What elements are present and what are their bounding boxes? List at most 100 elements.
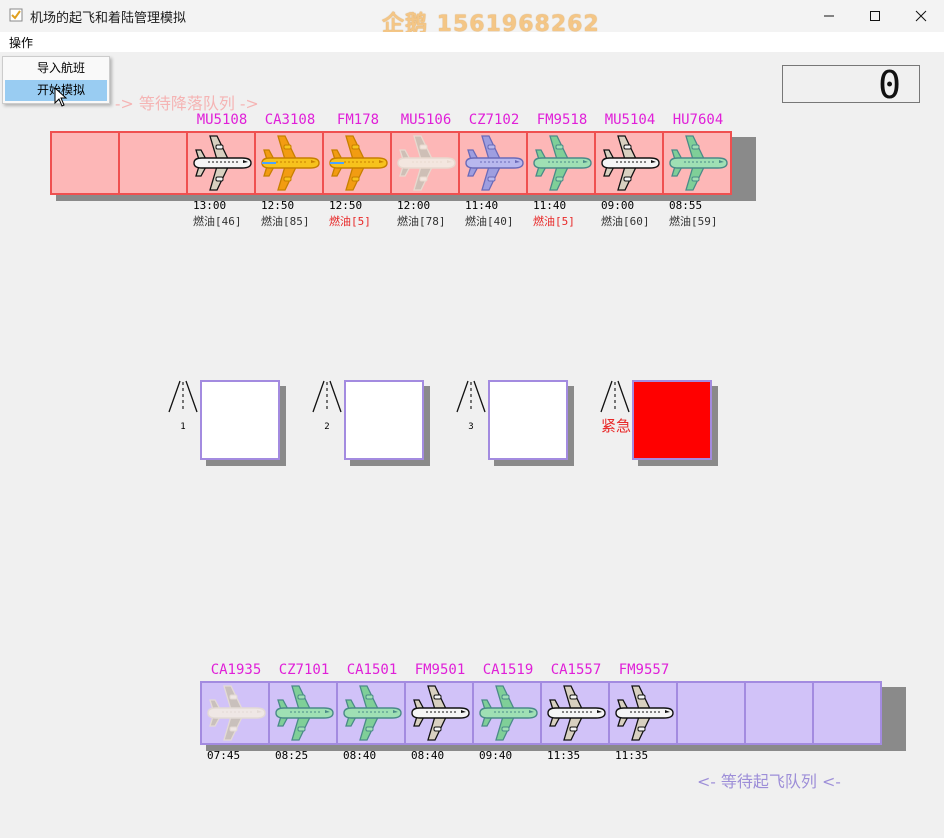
takeoff-queue-slot <box>812 681 882 745</box>
airliner-green-icon <box>343 685 402 741</box>
landing-queue-scheduled-time: 11:40 <box>533 199 567 212</box>
takeoff-queue-flight-number: FM9557 <box>618 662 670 678</box>
landing-queue-flight-number: CZ7102 <box>468 112 520 128</box>
takeoff-queue-scheduled-time: 08:40 <box>343 749 377 762</box>
takeoff-queue-slot <box>200 681 270 745</box>
takeoff-queue-label: <- 等待起飞队列 <- <box>697 772 841 791</box>
landing-queue-scheduled-time: 12:50 <box>329 199 363 212</box>
airliner-green-icon <box>669 135 728 191</box>
runway-number: 紧急 <box>600 417 631 435</box>
landing-queue-flight-number: MU5108 <box>196 112 248 128</box>
landing-queue-slot <box>662 131 732 195</box>
landing-queue-label: -> 等待降落队列 -> <box>115 94 259 113</box>
title-bar: 机场的起飞和着陆管理模拟 企鹅 1561968262 <box>0 0 944 37</box>
runway-icon <box>600 380 630 413</box>
takeoff-queue-flight-number: CA1935 <box>210 662 262 678</box>
close-icon <box>915 10 927 22</box>
airliner-white-icon <box>615 685 674 741</box>
landing-queue-fuel-level: 燃油[60] <box>601 215 650 228</box>
runway-icon <box>312 380 342 413</box>
takeoff-queue-slot <box>336 681 406 745</box>
runway-icon <box>456 380 486 413</box>
landing-queue-slot <box>254 131 324 195</box>
takeoff-queue-slot <box>744 681 814 745</box>
landing-queue-slot <box>390 131 460 195</box>
takeoff-queue-flight-number: CZ7101 <box>278 662 330 678</box>
landing-queue-flight-number: MU5104 <box>604 112 656 128</box>
takeoff-queue <box>200 681 882 745</box>
runway-slot <box>488 380 568 460</box>
takeoff-queue-flight-number: CA1557 <box>550 662 602 678</box>
takeoff-queue-slot <box>404 681 474 745</box>
close-button[interactable] <box>898 0 944 32</box>
landing-queue-fuel-level: 燃油[46] <box>193 215 242 228</box>
landing-queue-flight-number: MU5106 <box>400 112 452 128</box>
mouse-cursor-icon <box>54 87 68 107</box>
landing-queue-fuel-level: 燃油[40] <box>465 215 514 228</box>
landing-queue-fuel-level: 燃油[5] <box>329 215 371 228</box>
runway-number: 3 <box>468 422 474 432</box>
airliner-faded-icon <box>397 135 456 191</box>
takeoff-queue-flight-number: CA1501 <box>346 662 398 678</box>
landing-queue-scheduled-time: 13:00 <box>193 199 227 212</box>
airliner-green-icon <box>533 135 592 191</box>
app-icon <box>9 8 23 22</box>
landing-queue-slot <box>594 131 664 195</box>
landing-queue-flight-number: HU7604 <box>672 112 724 128</box>
takeoff-queue-scheduled-time: 08:25 <box>275 749 309 762</box>
airliner-lavender-icon <box>465 135 524 191</box>
airliner-white-icon <box>547 685 606 741</box>
maximize-button[interactable] <box>852 0 898 32</box>
airliner-faded-icon <box>207 685 266 741</box>
takeoff-queue-scheduled-time: 09:40 <box>479 749 513 762</box>
landing-queue-scheduled-time: 12:50 <box>261 199 295 212</box>
airliner-yellow-icon <box>261 135 320 191</box>
landing-queue-flight-number: CA3108 <box>264 112 316 128</box>
window-title: 机场的起飞和着陆管理模拟 <box>30 11 187 26</box>
landing-queue <box>50 131 732 195</box>
takeoff-queue-scheduled-time: 11:35 <box>547 749 581 762</box>
menu-operations[interactable]: 操作 <box>9 34 33 51</box>
takeoff-queue-scheduled-time: 11:35 <box>615 749 649 762</box>
takeoff-queue-flight-number: FM9501 <box>414 662 466 678</box>
landing-queue-flight-number: FM9518 <box>536 112 588 128</box>
landing-queue-scheduled-time: 08:55 <box>669 199 703 212</box>
landing-queue-slot <box>322 131 392 195</box>
takeoff-queue-slot <box>472 681 542 745</box>
menu-item-import-flights[interactable]: 导入航班 <box>5 58 107 79</box>
takeoff-queue-slot <box>540 681 610 745</box>
airliner-white-icon <box>193 135 252 191</box>
landing-queue-flight-number: FM178 <box>336 112 380 128</box>
landing-queue-scheduled-time: 12:00 <box>397 199 431 212</box>
takeoff-queue-scheduled-time: 07:45 <box>207 749 241 762</box>
airliner-green-icon <box>479 685 538 741</box>
menu-bar: 操作 <box>0 32 944 52</box>
landing-queue-scheduled-time: 09:00 <box>601 199 635 212</box>
takeoff-queue-slot <box>608 681 678 745</box>
minimize-button[interactable] <box>806 0 852 32</box>
airliner-yellow-icon <box>329 135 388 191</box>
runway-emergency-slot <box>632 380 712 460</box>
airliner-white-icon <box>411 685 470 741</box>
landing-queue-slot <box>50 131 120 195</box>
landing-queue-slot <box>526 131 596 195</box>
landing-queue-slot <box>458 131 528 195</box>
runway-icon <box>168 380 198 413</box>
minimize-icon <box>824 15 834 17</box>
step-counter: 0 <box>782 63 920 107</box>
landing-queue-fuel-level: 燃油[5] <box>533 215 575 228</box>
airliner-white-icon <box>601 135 660 191</box>
takeoff-queue-flight-number: CA1519 <box>482 662 534 678</box>
runway-number: 2 <box>324 422 330 432</box>
runway-slot <box>200 380 280 460</box>
takeoff-queue-slot <box>268 681 338 745</box>
runway-number: 1 <box>180 422 186 432</box>
landing-queue-slot <box>186 131 256 195</box>
landing-queue-fuel-level: 燃油[78] <box>397 215 446 228</box>
runway-slot <box>344 380 424 460</box>
takeoff-queue-slot <box>676 681 746 745</box>
airliner-green-icon <box>275 685 334 741</box>
landing-queue-scheduled-time: 11:40 <box>465 199 499 212</box>
landing-queue-fuel-level: 燃油[85] <box>261 215 310 228</box>
maximize-icon <box>870 11 880 21</box>
